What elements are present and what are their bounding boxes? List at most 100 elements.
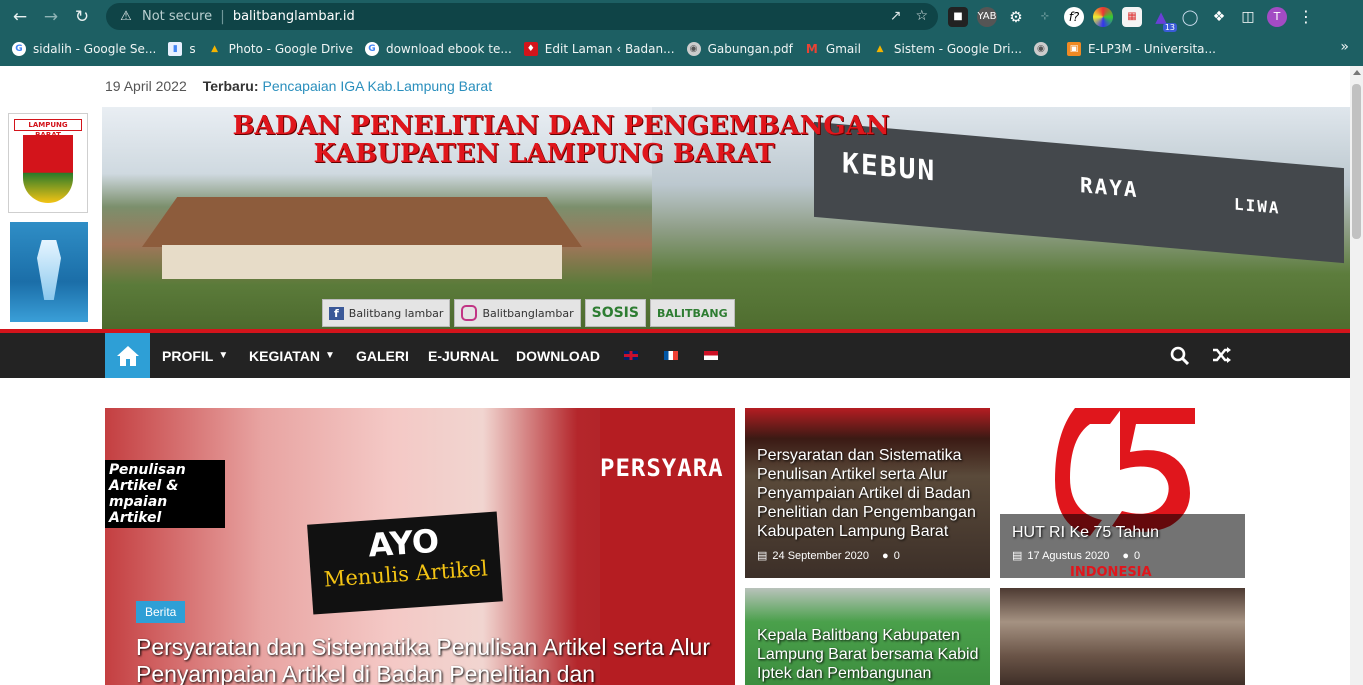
flag-france-icon[interactable]	[664, 351, 678, 360]
bookmark-item[interactable]: ◉	[1033, 38, 1055, 60]
sign-word: LIWA	[1234, 194, 1281, 218]
bookmark-item[interactable]: ▲ Photo - Google Drive	[208, 38, 353, 60]
extension-icon[interactable]: ■	[948, 6, 968, 27]
post-title[interactable]: Persyaratan dan Sistematika Penulisan Ar…	[757, 446, 987, 541]
menu-label: DOWNLOAD	[516, 347, 600, 364]
latest-news-link[interactable]: Pencapaian IGA Kab.Lampung Barat	[262, 78, 492, 94]
avatar[interactable]: T	[1267, 6, 1287, 27]
calendar-icon: ▤	[757, 550, 768, 562]
home-button[interactable]	[105, 333, 150, 378]
bookmark-item[interactable]: ♦ Edit Laman ‹ Badan...	[523, 38, 675, 60]
reload-icon[interactable]: ↻	[71, 6, 93, 28]
building-roof	[142, 197, 582, 247]
logo-column: LAMPUNG BARAT	[8, 110, 90, 324]
instagram-icon: Balitbanglambar	[454, 299, 581, 327]
post-date[interactable]: 17 Agustus 2020	[1027, 550, 1109, 562]
flag-uk-icon[interactable]	[624, 351, 638, 360]
category-badge[interactable]: Berita	[136, 601, 186, 623]
address-bar[interactable]: ⚠ Not secure | balitbanglambar.id ↗ ☆	[106, 3, 938, 30]
puzzle-icon[interactable]: ❖	[1209, 7, 1229, 27]
trophy-icon	[37, 240, 61, 300]
bookmark-item[interactable]: ◉ Gabungan.pdf	[686, 38, 793, 60]
browser-chrome: ← → ↻ ⚠ Not secure | balitbanglambar.id …	[0, 0, 1363, 66]
post-card[interactable]	[1000, 588, 1245, 685]
extension-badge: 13	[1162, 22, 1177, 32]
warning-icon: ⚠	[120, 9, 132, 24]
shield-icon	[23, 135, 73, 203]
site-logo[interactable]: LAMPUNG BARAT	[8, 113, 88, 213]
chevron-right-icon[interactable]: »	[1340, 39, 1349, 55]
menu-label: KEGIATAN	[249, 347, 321, 364]
menu-label: GALERI	[356, 347, 409, 364]
bookmark-item[interactable]: Gdownload ebook te...	[364, 38, 512, 60]
chevron-down-icon: ▼	[218, 350, 229, 361]
menu-item-kegiatan[interactable]: KEGIATAN ▼	[249, 333, 335, 378]
post-card[interactable]: INDONESIA HUT RI Ke 75 Tahun ▤ 17 Agustu…	[1000, 408, 1245, 578]
post-title[interactable]: Persyaratan dan Sistematika Penulisan Ar…	[136, 634, 726, 685]
bookmark-label: Sistem - Google Dri...	[893, 41, 1022, 56]
menu-item-profil[interactable]: PROFIL ▼	[162, 333, 228, 378]
flag-indonesia-icon[interactable]	[704, 351, 718, 360]
post-date[interactable]: 24 September 2020	[772, 550, 869, 562]
bookmark-item[interactable]: Gsidalih - Google Se...	[12, 38, 156, 60]
kebab-menu-icon[interactable]: ⋮	[1296, 7, 1316, 27]
extension-icon[interactable]: ◯	[1180, 7, 1200, 27]
top-bar: 19 April 2022 Terbaru: Pencapaian IGA Ka…	[105, 76, 492, 96]
divider: |	[220, 8, 225, 25]
menu-label: PROFIL	[162, 347, 214, 364]
current-date: 19 April 2022	[105, 78, 187, 94]
post-meta: ▤ 24 September 2020 ● 0	[757, 549, 900, 563]
comment-count[interactable]: 0	[894, 550, 900, 562]
extension-icon[interactable]: ⊹	[1035, 7, 1055, 27]
facebook-label: Balitbang lambar	[348, 306, 444, 320]
logo-text: LAMPUNG BARAT	[14, 119, 82, 139]
comment-icon: ●	[882, 549, 889, 562]
post-card[interactable]: Persyaratan dan Sistematika Penulisan Ar…	[745, 408, 990, 578]
header-banner[interactable]: KEBUN RAYA LIWA BADAN PENELITIAN DAN PEN…	[102, 107, 1350, 329]
extension-icon[interactable]: ▦	[1122, 6, 1142, 27]
shuffle-glyph	[1213, 347, 1231, 363]
post-title[interactable]: Kepala Balitbang Kabupaten Lampung Barat…	[757, 626, 990, 683]
shuffle-icon[interactable]	[1212, 345, 1232, 365]
search-icon[interactable]	[1169, 345, 1189, 365]
menu-item-e-jurnal[interactable]: E-JURNAL	[428, 333, 499, 378]
menu-item-galeri[interactable]: GALERI	[356, 333, 409, 378]
menu-item-download[interactable]: DOWNLOAD	[516, 333, 600, 378]
share-icon[interactable]: ↗	[890, 8, 902, 24]
bookmark-item[interactable]: M Gmail	[805, 38, 861, 60]
facebook-icon: f Balitbang lambar	[322, 299, 451, 327]
sidebar-icon[interactable]: ◫	[1238, 7, 1258, 27]
bookmark-label: Gabungan.pdf	[707, 41, 793, 56]
bookmark-item[interactable]: ▲ Sistem - Google Dri...	[873, 38, 1022, 60]
featured-post[interactable]: Penulisan Artikel & mpaian Artikel PERSY…	[105, 408, 735, 685]
comment-count[interactable]: 0	[1134, 550, 1140, 562]
bookmark-label: Gmail	[825, 41, 861, 56]
calendar-icon: ▤	[1012, 550, 1023, 562]
formula-icon[interactable]: f?	[1064, 6, 1084, 27]
scrollbar-thumb[interactable]	[1352, 84, 1361, 239]
browser-toolbar: ← → ↻ ⚠ Not secure | balitbanglambar.id …	[0, 0, 1363, 33]
google-icon: G	[364, 41, 379, 56]
extension-icon[interactable]: YAB	[977, 6, 997, 27]
building-wall	[162, 245, 562, 279]
url-text[interactable]: balitbanglambar.id	[233, 9, 355, 24]
back-icon[interactable]: ←	[9, 6, 31, 28]
scrollbar[interactable]	[1350, 66, 1363, 685]
web-page: 19 April 2022 Terbaru: Pencapaian IGA Ka…	[0, 66, 1363, 685]
bookmark-item[interactable]: ▣ E-LP3M - Universita...	[1066, 38, 1216, 60]
image-caption: PERSYARA	[600, 454, 724, 482]
post-title[interactable]: HUT RI Ke 75 Tahun	[1012, 523, 1242, 542]
scroll-up-icon[interactable]	[1353, 70, 1361, 75]
search-glyph	[1170, 346, 1189, 365]
bookmark-label: Photo - Google Drive	[228, 41, 353, 56]
forward-icon[interactable]: →	[40, 6, 62, 28]
post-card[interactable]: Kepala Balitbang Kabupaten Lampung Barat…	[745, 588, 990, 685]
bookmark-star-icon[interactable]: ☆	[915, 8, 928, 24]
sign-word: RAYA	[1080, 173, 1139, 203]
banner-title-line2: KABUPATEN LAMPUNG BARAT	[313, 139, 775, 169]
color-picker-icon[interactable]	[1093, 6, 1113, 27]
menu-label: E-JURNAL	[428, 347, 499, 364]
gear-icon[interactable]: ⚙	[1006, 7, 1026, 27]
extension-icon[interactable]: ▲ 13	[1151, 7, 1177, 32]
bookmark-item[interactable]: ▮ s	[168, 38, 196, 60]
